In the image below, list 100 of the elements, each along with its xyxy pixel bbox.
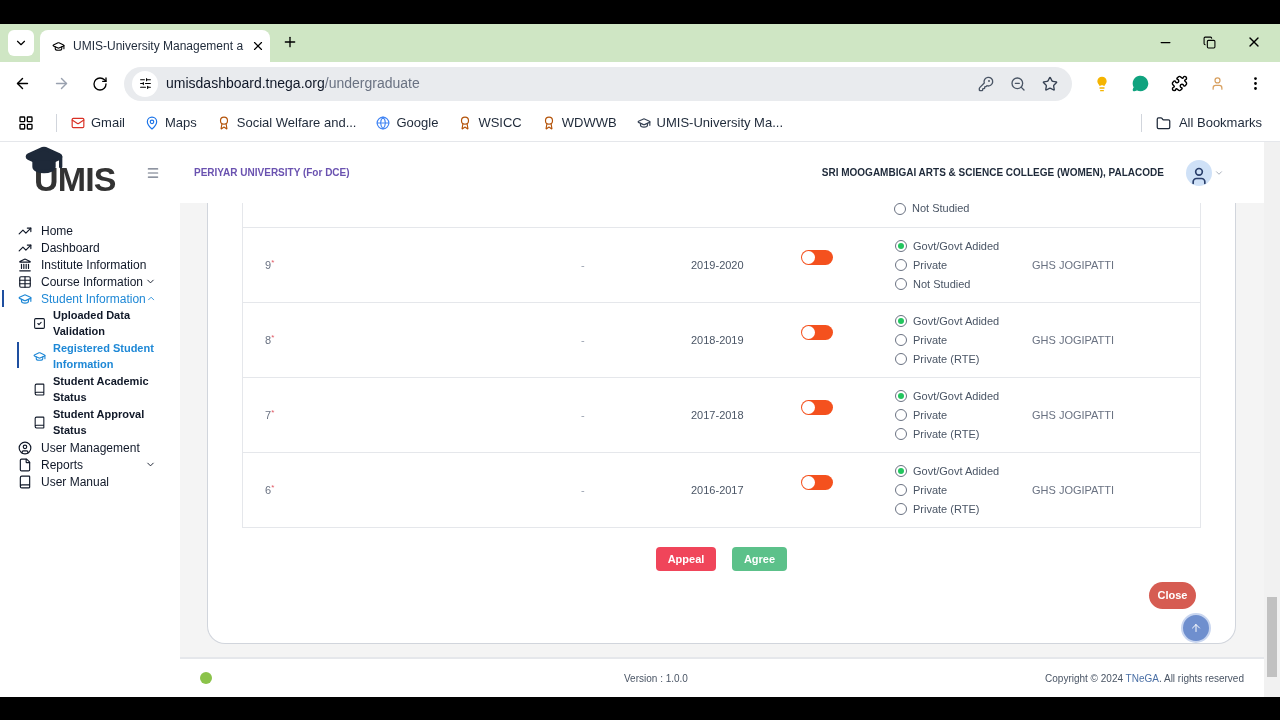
radio-label: Private (RTE) [913, 501, 980, 517]
radio-label: Private [913, 332, 948, 348]
radio-label: Private (RTE) [913, 351, 980, 367]
sidebar-icon [18, 274, 32, 289]
sidebar-item[interactable]: Home [0, 222, 180, 239]
year-cell-text: 2018-2019 [691, 332, 744, 348]
site-info-icon[interactable] [138, 77, 152, 90]
radio-button[interactable] [895, 390, 907, 402]
bookmark-icon [376, 116, 391, 130]
radio-button[interactable] [895, 465, 907, 477]
bookmark-link[interactable]: Google [376, 113, 439, 133]
address-bar[interactable]: umisdashboard.tnega.org/undergraduate [124, 66, 1072, 101]
bookmark-icon [144, 116, 159, 130]
sidebar-item[interactable]: Student Information [0, 290, 180, 307]
radio-button[interactable] [895, 503, 907, 515]
table-cell-text: - [581, 332, 585, 348]
toggle-switch[interactable] [801, 250, 833, 265]
reload-icon[interactable] [92, 75, 108, 92]
radio-label: Private [913, 407, 948, 423]
sidebar-icon [33, 350, 46, 363]
bookmark-link[interactable]: Social Welfare and... [216, 113, 357, 133]
tnega-logo-icon [200, 672, 212, 684]
toggle-switch[interactable] [801, 325, 833, 340]
tnega-link[interactable]: TNeGA [1125, 672, 1159, 684]
radio-label: Private [913, 257, 948, 273]
school-cell-text: GHS JOGIPATTI [1032, 257, 1115, 273]
radio-label: Not Studied [912, 201, 970, 217]
scrollbar[interactable] [1264, 142, 1280, 697]
school-cell-text: GHS JOGIPATTI [1032, 482, 1115, 498]
umis-logo: UMIS [26, 149, 116, 196]
sidebar-item[interactable]: User Management [0, 439, 180, 456]
year-cell-text: 2016-2017 [691, 482, 744, 498]
radio-button[interactable] [895, 334, 907, 346]
bookmark-link[interactable]: Maps [144, 113, 197, 133]
appeal-button[interactable]: Appeal [656, 547, 716, 571]
bookmark-link[interactable]: WDWWB [541, 113, 617, 133]
radio-button[interactable] [895, 240, 907, 252]
sidebar-subitem[interactable]: Uploaded Data Validation [0, 307, 180, 340]
sidebar-subitem[interactable]: Registered Student Information [0, 340, 180, 373]
bookmark-star-icon[interactable] [1042, 75, 1058, 92]
sidebar-item[interactable]: User Manual [0, 473, 180, 490]
radio-button[interactable] [895, 259, 907, 271]
forward-icon[interactable] [53, 75, 70, 92]
key-icon[interactable] [978, 75, 994, 92]
radio-label: Govt/Govt Adided [913, 463, 1000, 479]
toggle-switch[interactable] [801, 475, 833, 490]
zoom-icon[interactable] [1010, 75, 1026, 92]
radio-label: Govt/Govt Adided [913, 313, 1000, 329]
sidebar-item[interactable]: Course Information [0, 273, 180, 290]
sidebar-icon [18, 457, 32, 472]
table-cell-text: - [581, 407, 585, 423]
table-cell-text: - [581, 257, 585, 273]
school-cell-text: GHS JOGIPATTI [1032, 332, 1115, 348]
sidebar-item[interactable]: Institute Information [0, 256, 180, 273]
extensions-icon[interactable] [1171, 75, 1188, 92]
class-cell-text: 7* [265, 406, 276, 423]
radio-label: Govt/Govt Adided [913, 238, 1000, 254]
radio-button[interactable] [895, 409, 907, 421]
sidebar-item[interactable]: Reports [0, 456, 180, 473]
sidebar-icon [33, 416, 46, 429]
sidebar-icon [18, 291, 32, 306]
radio-button[interactable] [895, 278, 907, 290]
all-bookmarks-link[interactable]: All Bookmarks [1178, 113, 1262, 133]
table-cell-text: - [581, 482, 585, 498]
bookmark-link[interactable]: UMIS-University Ma... [636, 113, 783, 133]
sidebar-icon [18, 474, 32, 489]
class-cell-text: 6* [265, 481, 276, 498]
browser-tab[interactable]: UMIS-University Management a [40, 30, 270, 62]
sidebar-subitem[interactable]: Student Approval Status [0, 406, 180, 439]
toggle-switch[interactable] [801, 400, 833, 415]
sidebar-icon [33, 317, 46, 330]
copyright-text: Copyright © 2024 TNeGA. All rights reserved [1045, 671, 1244, 686]
bookmark-link[interactable]: Gmail [71, 113, 125, 133]
sidebar-subitem[interactable]: Student Academic Status [0, 373, 180, 406]
radio-label: Private [913, 482, 948, 498]
radio-button[interactable] [895, 428, 907, 440]
tab-list-button[interactable] [8, 30, 34, 56]
school-cell-text: GHS JOGIPATTI [1032, 407, 1115, 423]
radio-label: Govt/Govt Adided [913, 388, 1000, 404]
bookmark-icon [636, 116, 651, 130]
avatar-icon[interactable] [1186, 159, 1212, 186]
radio-label: Not Studied [913, 276, 971, 292]
year-cell-text: 2019-2020 [691, 257, 744, 273]
sidebar-icon [18, 440, 32, 455]
arrow-up-icon [1190, 622, 1202, 634]
url-text: umisdashboard.tnega.org/undergraduate [166, 74, 420, 93]
apps-icon[interactable] [18, 115, 34, 131]
version-text: Version : 1.0.0 [624, 671, 688, 686]
radio-button[interactable] [895, 484, 907, 496]
profile-icon[interactable] [1210, 76, 1225, 91]
radio-button[interactable] [895, 353, 907, 365]
radio-label: Private (RTE) [913, 426, 980, 442]
restore-icon[interactable] [1203, 35, 1216, 49]
sidebar-item[interactable]: Dashboard [0, 239, 180, 256]
chat-icon[interactable] [1132, 75, 1149, 92]
year-cell-text: 2017-2018 [691, 407, 744, 423]
new-tab-icon[interactable] [282, 34, 298, 50]
bookmark-link[interactable]: WSICC [458, 113, 522, 133]
radio-button[interactable] [895, 315, 907, 327]
back-icon[interactable] [14, 75, 31, 92]
